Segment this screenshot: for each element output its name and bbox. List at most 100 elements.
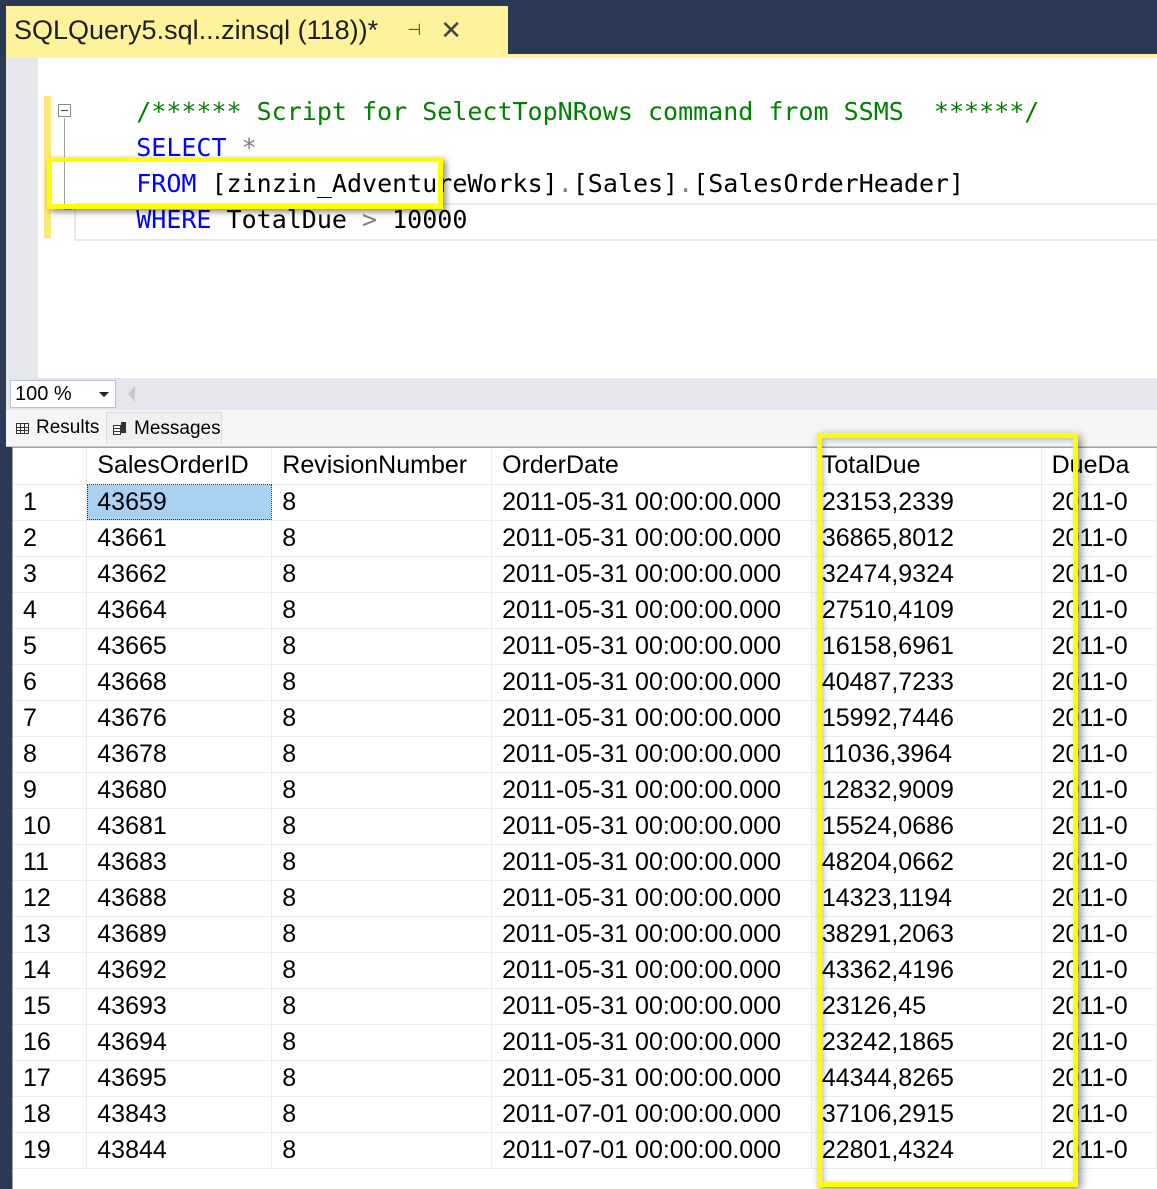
table-row[interactable]: 8 43678 8 2011-05-31 00:00:00.000 11036,3964…	[13, 736, 1157, 773]
cell-orderdate[interactable]: 2011-05-31 00:00:00.000	[491, 988, 812, 1025]
cell-salesorderid[interactable]: 43659	[86, 484, 273, 521]
cell-rownum[interactable]: 1	[13, 484, 88, 521]
document-tab[interactable]: SQLQuery5.sql...zinsql (118))* ⊣ ✕	[6, 6, 508, 54]
table-row[interactable]: 18 43843 8 2011-07-01 00:00:00.000 37106,291…	[13, 1096, 1157, 1133]
close-tab-icon[interactable]: ✕	[438, 17, 464, 43]
cell-orderdate[interactable]: 2011-05-31 00:00:00.000	[491, 880, 812, 917]
column-header-revisionnumber[interactable]: RevisionNumber	[271, 448, 493, 485]
cell-totaldue[interactable]: 37106,2915	[811, 1096, 1042, 1133]
cell-rownum[interactable]: 11	[13, 844, 88, 881]
cell-salesorderid[interactable]: 43680	[86, 772, 273, 809]
cell-revisionnumber[interactable]: 8	[271, 700, 493, 737]
cell-revisionnumber[interactable]: 8	[271, 484, 493, 521]
cell-orderdate[interactable]: 2011-05-31 00:00:00.000	[491, 1060, 812, 1097]
table-row[interactable]: 15 43693 8 2011-05-31 00:00:00.000 23126,45 2…	[13, 988, 1157, 1025]
cell-rownum[interactable]: 19	[13, 1132, 88, 1169]
cell-orderdate[interactable]: 2011-05-31 00:00:00.000	[491, 1024, 812, 1061]
cell-totaldue[interactable]: 36865,8012	[811, 520, 1042, 557]
cell-salesorderid[interactable]: 43693	[86, 988, 273, 1025]
cell-rownum[interactable]: 6	[13, 664, 88, 701]
cell-totaldue[interactable]: 32474,9324	[811, 556, 1042, 593]
cell-totaldue[interactable]: 43362,4196	[811, 952, 1042, 989]
cell-orderdate[interactable]: 2011-07-01 00:00:00.000	[491, 1132, 812, 1169]
cell-totaldue[interactable]: 22801,4324	[811, 1132, 1042, 1169]
cell-salesorderid[interactable]: 43694	[86, 1024, 273, 1061]
cell-revisionnumber[interactable]: 8	[271, 772, 493, 809]
code-line-comment[interactable]: /****** Script for SelectTopNRows comman…	[76, 58, 1039, 126]
cell-totaldue[interactable]: 23126,45	[811, 988, 1042, 1025]
scroll-left-arrow-icon[interactable]	[128, 386, 135, 402]
cell-salesorderid[interactable]: 43683	[86, 844, 273, 881]
column-header-rownum[interactable]	[13, 448, 88, 485]
column-header-duedate[interactable]: DueDa	[1041, 448, 1157, 485]
cell-rownum[interactable]: 5	[13, 628, 88, 665]
cell-totaldue[interactable]: 15992,7446	[811, 700, 1042, 737]
cell-duedate[interactable]: 2011-0	[1041, 664, 1157, 701]
cell-revisionnumber[interactable]: 8	[271, 628, 493, 665]
table-row[interactable]: 14 43692 8 2011-05-31 00:00:00.000 43362,419…	[13, 952, 1157, 989]
cell-orderdate[interactable]: 2011-05-31 00:00:00.000	[491, 592, 812, 629]
cell-orderdate[interactable]: 2011-05-31 00:00:00.000	[491, 952, 812, 989]
table-row[interactable]: 9 43680 8 2011-05-31 00:00:00.000 12832,9009…	[13, 772, 1157, 809]
tab-results[interactable]: Results	[10, 412, 106, 444]
cell-totaldue[interactable]: 14323,1194	[811, 880, 1042, 917]
cell-revisionnumber[interactable]: 8	[271, 880, 493, 917]
cell-revisionnumber[interactable]: 8	[271, 520, 493, 557]
cell-salesorderid[interactable]: 43676	[86, 700, 273, 737]
table-row[interactable]: 17 43695 8 2011-05-31 00:00:00.000 44344,826…	[13, 1060, 1157, 1097]
tab-messages[interactable]: Messages	[106, 412, 222, 444]
cell-orderdate[interactable]: 2011-05-31 00:00:00.000	[491, 628, 812, 665]
cell-duedate[interactable]: 2011-0	[1041, 736, 1157, 773]
cell-orderdate[interactable]: 2011-05-31 00:00:00.000	[491, 556, 812, 593]
cell-salesorderid[interactable]: 43692	[86, 952, 273, 989]
collapse-region-icon[interactable]	[58, 104, 71, 117]
cell-orderdate[interactable]: 2011-05-31 00:00:00.000	[491, 844, 812, 881]
cell-rownum[interactable]: 3	[13, 556, 88, 593]
table-row[interactable]: 13 43689 8 2011-05-31 00:00:00.000 38291,206…	[13, 916, 1157, 953]
cell-rownum[interactable]: 17	[13, 1060, 88, 1097]
cell-rownum[interactable]: 7	[13, 700, 88, 737]
cell-revisionnumber[interactable]: 8	[271, 844, 493, 881]
pin-icon[interactable]: ⊣	[402, 20, 426, 40]
cell-revisionnumber[interactable]: 8	[271, 556, 493, 593]
cell-duedate[interactable]: 2011-0	[1041, 556, 1157, 593]
cell-salesorderid[interactable]: 43665	[86, 628, 273, 665]
cell-rownum[interactable]: 10	[13, 808, 88, 845]
cell-duedate[interactable]: 2011-0	[1041, 880, 1157, 917]
cell-duedate[interactable]: 2011-0	[1041, 700, 1157, 737]
cell-rownum[interactable]: 12	[13, 880, 88, 917]
cell-orderdate[interactable]: 2011-05-31 00:00:00.000	[491, 808, 812, 845]
table-row[interactable]: 10 43681 8 2011-05-31 00:00:00.000 15524,068…	[13, 808, 1157, 845]
cell-duedate[interactable]: 2011-0	[1041, 808, 1157, 845]
cell-totaldue[interactable]: 12832,9009	[811, 772, 1042, 809]
cell-duedate[interactable]: 2011-0	[1041, 520, 1157, 557]
cell-rownum[interactable]: 14	[13, 952, 88, 989]
cell-totaldue[interactable]: 48204,0662	[811, 844, 1042, 881]
cell-duedate[interactable]: 2011-0	[1041, 952, 1157, 989]
cell-duedate[interactable]: 2011-0	[1041, 772, 1157, 809]
cell-rownum[interactable]: 16	[13, 1024, 88, 1061]
table-row[interactable]: 6 43668 8 2011-05-31 00:00:00.000 40487,7233…	[13, 664, 1157, 701]
cell-orderdate[interactable]: 2011-05-31 00:00:00.000	[491, 772, 812, 809]
cell-revisionnumber[interactable]: 8	[271, 1096, 493, 1133]
cell-salesorderid[interactable]: 43662	[86, 556, 273, 593]
cell-salesorderid[interactable]: 43668	[86, 664, 273, 701]
column-header-salesorderid[interactable]: SalesOrderID	[86, 448, 273, 485]
cell-salesorderid[interactable]: 43844	[86, 1132, 273, 1169]
cell-salesorderid[interactable]: 43661	[86, 520, 273, 557]
cell-salesorderid[interactable]: 43681	[86, 808, 273, 845]
table-row[interactable]: 12 43688 8 2011-05-31 00:00:00.000 14323,119…	[13, 880, 1157, 917]
cell-duedate[interactable]: 2011-0	[1041, 1024, 1157, 1061]
cell-revisionnumber[interactable]: 8	[271, 592, 493, 629]
cell-totaldue[interactable]: 11036,3964	[811, 736, 1042, 773]
cell-duedate[interactable]: 2011-0	[1041, 484, 1157, 521]
cell-rownum[interactable]: 15	[13, 988, 88, 1025]
column-header-totaldue[interactable]: TotalDue	[811, 448, 1042, 485]
cell-orderdate[interactable]: 2011-05-31 00:00:00.000	[491, 520, 812, 557]
cell-salesorderid[interactable]: 43695	[86, 1060, 273, 1097]
cell-totaldue[interactable]: 15524,0686	[811, 808, 1042, 845]
cell-orderdate[interactable]: 2011-05-31 00:00:00.000	[491, 484, 812, 521]
results-grid[interactable]: SalesOrderID RevisionNumber OrderDate To…	[12, 447, 1157, 1189]
cell-totaldue[interactable]: 44344,8265	[811, 1060, 1042, 1097]
cell-orderdate[interactable]: 2011-07-01 00:00:00.000	[491, 1096, 812, 1133]
